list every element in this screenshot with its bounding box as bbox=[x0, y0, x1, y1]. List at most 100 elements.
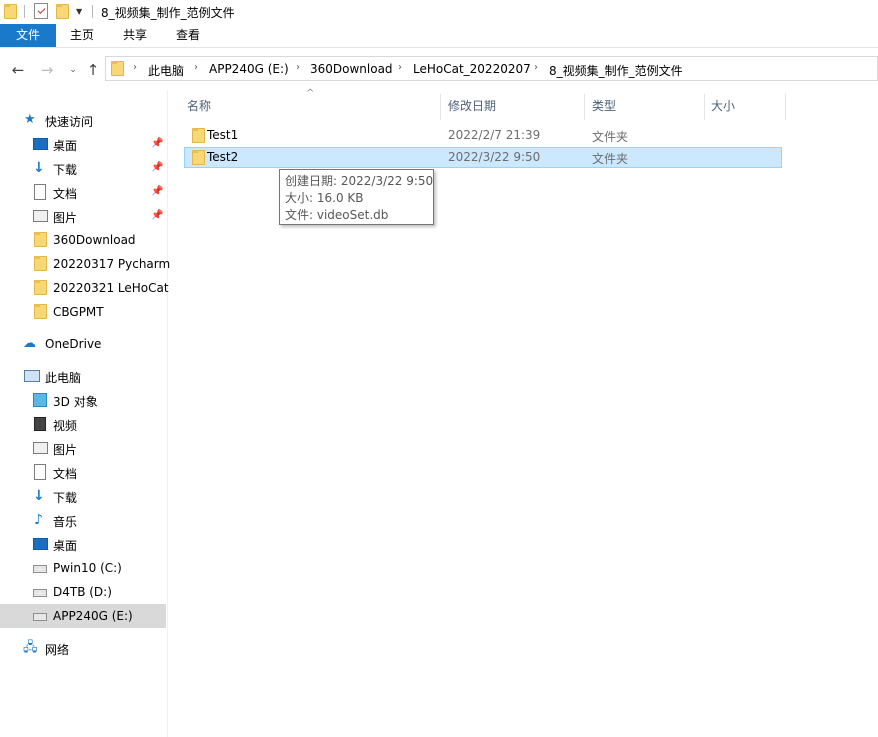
chevron-down-icon[interactable]: ▼ bbox=[76, 7, 86, 17]
download-icon: ↓ bbox=[33, 488, 45, 504]
folder-icon bbox=[192, 128, 205, 143]
tab-share[interactable]: 共享 bbox=[108, 24, 162, 47]
chevron-right-icon[interactable]: › bbox=[534, 62, 538, 73]
folder-icon bbox=[34, 232, 50, 248]
tooltip-files: 文件: videoSet.db bbox=[285, 208, 389, 222]
breadcrumb-current[interactable]: 8_视频集_制作_范例文件 bbox=[549, 62, 683, 79]
chevron-right-icon[interactable]: › bbox=[133, 62, 137, 73]
new-folder-icon[interactable] bbox=[56, 4, 69, 19]
drive-icon bbox=[33, 613, 47, 621]
sidebar-item-3d-objects[interactable]: 3D 对象 bbox=[0, 388, 166, 412]
breadcrumb-this-pc[interactable]: 此电脑 bbox=[148, 62, 184, 79]
videos-icon bbox=[34, 417, 46, 431]
sidebar-item-videos[interactable]: 视频 bbox=[0, 412, 166, 436]
sidebar-item-drive-d[interactable]: D4TB (D:) bbox=[0, 580, 166, 604]
pictures-icon bbox=[33, 442, 48, 454]
sidebar-item-360download[interactable]: 360Download bbox=[0, 228, 166, 252]
sidebar-item-downloads-pc[interactable]: ↓ 下载 bbox=[0, 484, 166, 508]
tab-home[interactable]: 主页 bbox=[56, 24, 108, 47]
sidebar-item-label: D4TB (D:) bbox=[53, 585, 112, 599]
column-divider[interactable] bbox=[440, 94, 441, 120]
sidebar-item-documents[interactable]: 文档 📌 bbox=[0, 180, 166, 204]
tab-file[interactable]: 文件 bbox=[0, 24, 56, 47]
pin-icon[interactable]: 📌 bbox=[151, 186, 163, 197]
sidebar-item-quick-access[interactable]: ★ 快速访问 bbox=[0, 108, 166, 132]
sidebar-item-documents-pc[interactable]: 文档 bbox=[0, 460, 166, 484]
column-header-type[interactable]: 类型 bbox=[592, 98, 616, 120]
pin-icon[interactable]: 📌 bbox=[151, 138, 163, 149]
sidebar-item-desktop[interactable]: 桌面 📌 bbox=[0, 132, 166, 156]
sidebar-item-label: 网络 bbox=[45, 643, 70, 657]
sidebar-item-label: 下载 bbox=[53, 491, 78, 505]
column-header-name[interactable]: 名称 bbox=[187, 98, 211, 120]
sidebar-item-pictures[interactable]: 图片 📌 bbox=[0, 204, 166, 228]
column-header-size[interactable]: 大小 bbox=[711, 98, 735, 120]
desktop-icon bbox=[33, 538, 48, 550]
forward-arrow-icon[interactable]: → bbox=[38, 61, 56, 79]
column-header-modified[interactable]: 修改日期 bbox=[448, 98, 496, 120]
sidebar-item-downloads[interactable]: ↓ 下载 📌 bbox=[0, 156, 166, 180]
title-bar: ▼ 8_视频集_制作_范例文件 bbox=[0, 0, 878, 24]
ribbon-tabs: 文件 主页 共享 查看 bbox=[0, 24, 878, 48]
sidebar-item-pycharm[interactable]: 20220317 Pycharm bbox=[0, 252, 170, 276]
sidebar-item-label: 音乐 bbox=[53, 515, 78, 529]
folder-icon bbox=[192, 150, 205, 165]
sidebar-item-network[interactable]: 🖧 网络 bbox=[0, 636, 166, 660]
tooltip-size: 大小: 16.0 KB bbox=[285, 191, 364, 205]
column-divider[interactable] bbox=[704, 94, 705, 120]
file-list: ^ 名称 修改日期 类型 大小 Test1 2022/2/7 21:39 文件夹… bbox=[170, 88, 878, 737]
sidebar-item-this-pc[interactable]: 此电脑 bbox=[0, 364, 166, 388]
chevron-right-icon[interactable]: › bbox=[194, 62, 198, 73]
window-title: 8_视频集_制作_范例文件 bbox=[101, 6, 235, 20]
star-icon: ★ bbox=[24, 112, 36, 127]
sidebar-item-label: OneDrive bbox=[45, 337, 102, 351]
pin-icon[interactable]: 📌 bbox=[151, 162, 163, 173]
computer-icon bbox=[24, 370, 40, 382]
pictures-icon bbox=[33, 210, 48, 222]
cloud-icon: ☁ bbox=[23, 336, 36, 351]
toolbar-divider bbox=[92, 5, 93, 18]
folder-icon bbox=[34, 304, 50, 320]
chevron-down-icon[interactable]: ⌄ bbox=[64, 61, 82, 79]
sidebar-item-label: APP240G (E:) bbox=[53, 609, 133, 623]
column-divider[interactable] bbox=[785, 94, 786, 120]
up-arrow-icon[interactable]: ↑ bbox=[84, 61, 102, 79]
pin-icon[interactable]: 📌 bbox=[151, 210, 163, 221]
sidebar-item-drive-e[interactable]: APP240G (E:) bbox=[0, 604, 166, 628]
back-arrow-icon[interactable]: ← bbox=[9, 61, 27, 79]
3d-objects-icon bbox=[33, 393, 47, 407]
sidebar-item-music[interactable]: ♪ 音乐 bbox=[0, 508, 166, 532]
sidebar-item-drive-c[interactable]: Pwin10 (C:) bbox=[0, 556, 166, 580]
file-row[interactable]: Test2 2022/3/22 9:50 文件夹 bbox=[184, 147, 782, 168]
sidebar-item-label: 视频 bbox=[53, 419, 78, 433]
breadcrumb-drive[interactable]: APP240G (E:) bbox=[209, 62, 289, 76]
file-type: 文件夹 bbox=[592, 130, 629, 144]
column-divider[interactable] bbox=[584, 94, 585, 120]
sidebar-item-label: 360Download bbox=[53, 233, 136, 247]
sidebar-item-label: 此电脑 bbox=[45, 371, 82, 385]
properties-icon[interactable] bbox=[34, 3, 48, 19]
sidebar-item-label: 20220317 Pycharm bbox=[53, 257, 171, 271]
sidebar-item-label: 图片 bbox=[53, 443, 78, 457]
sidebar-item-label: 图片 bbox=[53, 211, 78, 225]
chevron-right-icon[interactable]: › bbox=[296, 62, 300, 73]
sidebar-item-onedrive[interactable]: ☁ OneDrive bbox=[0, 332, 166, 356]
folder-info-tooltip: 创建日期: 2022/3/22 9:50 大小: 16.0 KB 文件: vid… bbox=[279, 169, 434, 225]
file-modified-date: 2022/3/22 9:50 bbox=[448, 150, 541, 164]
sidebar-item-desktop-pc[interactable]: 桌面 bbox=[0, 532, 166, 556]
sidebar-item-lehocat[interactable]: 20220321 LeHoCat bbox=[0, 276, 169, 300]
address-bar[interactable]: › 此电脑 › APP240G (E:) › 360Download › LeH… bbox=[105, 56, 878, 81]
breadcrumb-lehocat[interactable]: LeHoCat_20220207 bbox=[413, 62, 531, 76]
documents-icon bbox=[34, 464, 46, 480]
chevron-right-icon[interactable]: › bbox=[398, 62, 402, 73]
sidebar-item-label: 桌面 bbox=[53, 139, 78, 153]
sidebar-item-label: 文档 bbox=[53, 467, 78, 481]
folder-icon bbox=[34, 256, 50, 272]
sidebar-item-pictures-pc[interactable]: 图片 bbox=[0, 436, 166, 460]
sidebar-item-label: 文档 bbox=[53, 187, 78, 201]
breadcrumb-360download[interactable]: 360Download bbox=[310, 62, 393, 76]
sidebar-item-cbgpmt[interactable]: CBGPMT bbox=[0, 300, 166, 324]
toolbar-divider bbox=[24, 5, 25, 18]
file-row[interactable]: Test1 2022/2/7 21:39 文件夹 bbox=[184, 125, 782, 146]
tab-view[interactable]: 查看 bbox=[162, 24, 214, 47]
